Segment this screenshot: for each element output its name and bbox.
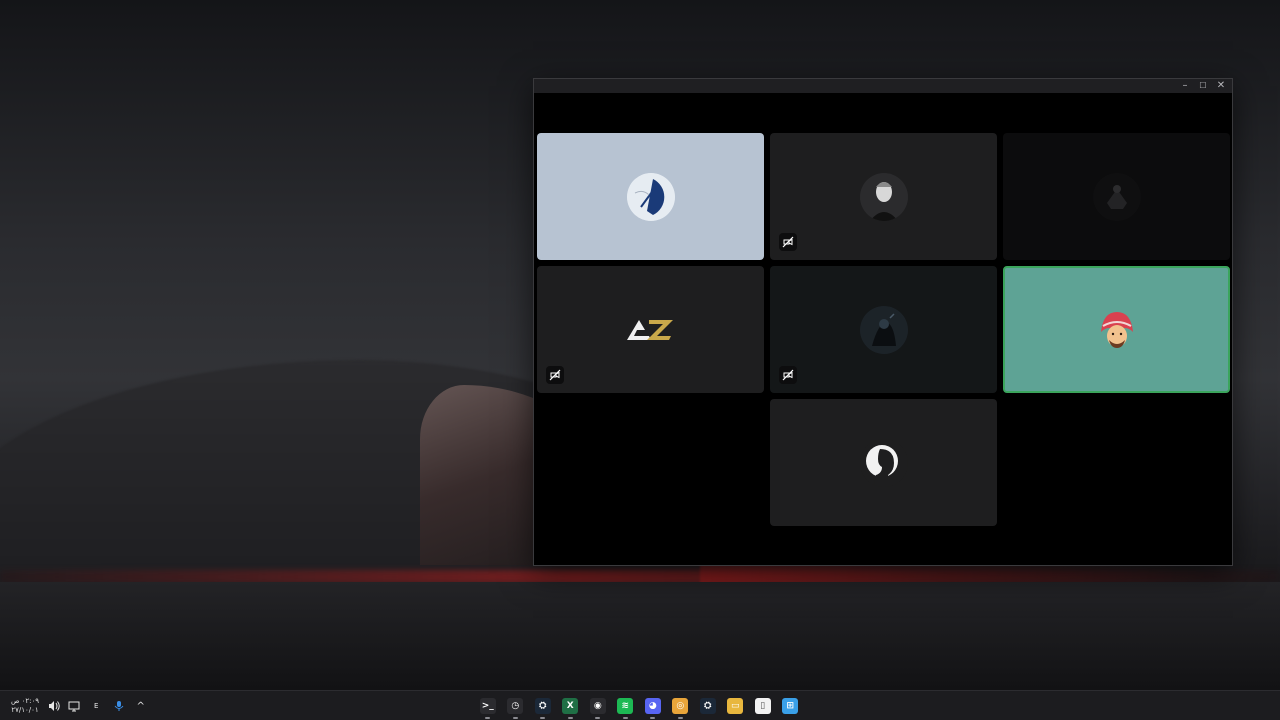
cartoon-man-icon bbox=[1101, 312, 1133, 348]
running-indicator bbox=[540, 717, 546, 719]
man-portrait-icon bbox=[860, 173, 908, 221]
cartoon-man-avatar bbox=[1093, 306, 1141, 354]
file-explorer-app-glyph: ▭ bbox=[727, 698, 744, 714]
night-figure-icon bbox=[860, 306, 908, 354]
az-logo-icon bbox=[627, 320, 673, 340]
running-indicator bbox=[677, 717, 683, 719]
chrome-app-glyph: ◎ bbox=[672, 698, 689, 714]
window-titlebar[interactable]: – ☐ ✕ bbox=[534, 79, 1232, 93]
running-indicator bbox=[622, 717, 628, 719]
participant-tile[interactable] bbox=[537, 266, 764, 393]
notepad-app-icon[interactable]: ▯ bbox=[749, 691, 777, 720]
dark-figure-icon bbox=[1093, 173, 1141, 221]
clock-time: ٠٢:٠٩ ص bbox=[10, 697, 40, 705]
clock-date: ٢٧/١٠/٠١ bbox=[11, 706, 39, 714]
window-controls: – ☐ ✕ bbox=[1176, 79, 1230, 93]
discord-app-glyph: ◕ bbox=[644, 698, 661, 714]
blue-crest-avatar bbox=[627, 173, 675, 221]
spotify-app-icon[interactable]: ≋ bbox=[612, 691, 640, 720]
camera-off-icon bbox=[779, 366, 797, 384]
participant-tile[interactable] bbox=[770, 399, 997, 526]
language-indicator[interactable]: E bbox=[94, 702, 98, 710]
taskbar-apps: >_ ◷ ⛭ X ◉ ≋ ◕ ◎ ⛭ ▭ ▯ ⊞ bbox=[474, 691, 804, 720]
obs-app-icon[interactable]: ◉ bbox=[584, 691, 612, 720]
excel-app-icon[interactable]: X bbox=[557, 691, 585, 720]
participant-tile-speaking[interactable] bbox=[1003, 266, 1230, 393]
night-figure-avatar bbox=[860, 306, 908, 354]
camera-off-icon bbox=[546, 366, 564, 384]
obs-app-glyph: ◉ bbox=[589, 698, 606, 714]
show-hidden-icons-chevron[interactable]: ^ bbox=[136, 701, 144, 712]
file-explorer-app-icon[interactable]: ▭ bbox=[722, 691, 750, 720]
microphone-icon[interactable] bbox=[114, 700, 124, 712]
clock-app-icon[interactable]: ◷ bbox=[502, 691, 530, 720]
network-icon[interactable] bbox=[68, 700, 80, 712]
excel-app-glyph: X bbox=[562, 698, 579, 714]
dark-figure-avatar bbox=[1093, 173, 1141, 221]
windows-start-icon[interactable]: ⊞ bbox=[777, 691, 805, 720]
steam-app-glyph: ⛭ bbox=[534, 698, 551, 714]
video-call-window: – ☐ ✕ bbox=[533, 78, 1233, 566]
running-indicator bbox=[485, 717, 491, 719]
spotify-app-glyph: ≋ bbox=[617, 698, 634, 714]
running-indicator bbox=[567, 717, 573, 719]
system-tray: ٠٢:٠٩ ص ٢٧/١٠/٠١ E ^ bbox=[8, 691, 145, 720]
notepad-app-glyph: ▯ bbox=[754, 698, 771, 714]
steam-app-icon[interactable]: ⛭ bbox=[529, 691, 557, 720]
taskbar-clock[interactable]: ٠٢:٠٩ ص ٢٧/١٠/٠١ bbox=[8, 697, 42, 715]
clock-app-glyph: ◷ bbox=[507, 698, 524, 714]
participant-tile[interactable] bbox=[537, 133, 764, 260]
running-indicator bbox=[650, 717, 656, 719]
maximize-button[interactable]: ☐ bbox=[1194, 79, 1212, 93]
camera-off-icon bbox=[779, 233, 797, 251]
volume-icon[interactable] bbox=[48, 700, 60, 712]
chrome-app-icon[interactable]: ◎ bbox=[667, 691, 695, 720]
az-logo-avatar bbox=[621, 306, 681, 354]
taskbar: ٠٢:٠٩ ص ٢٧/١٠/٠١ E ^ >_ ◷ ⛭ X ◉ ≋ ◕ ◎ ⛭ ▭ ▯ ⊞ bbox=[0, 690, 1280, 720]
terminal-glyph: >_ bbox=[479, 698, 496, 714]
blue-crest-icon bbox=[627, 173, 675, 221]
silhouette-avatar bbox=[860, 439, 908, 487]
steam-app-2-glyph: ⛭ bbox=[699, 698, 716, 714]
running-indicator bbox=[595, 717, 601, 719]
windows-start-glyph: ⊞ bbox=[782, 698, 799, 714]
participant-tile[interactable] bbox=[1003, 133, 1230, 260]
terminal-icon[interactable]: >_ bbox=[474, 691, 502, 720]
man-portrait-avatar bbox=[860, 173, 908, 221]
wallpaper-floor bbox=[0, 582, 1280, 690]
participant-tile[interactable] bbox=[770, 133, 997, 260]
running-indicator bbox=[512, 717, 518, 719]
discord-app-icon[interactable]: ◕ bbox=[639, 691, 667, 720]
participant-tile[interactable] bbox=[770, 266, 997, 393]
steam-app-2-icon[interactable]: ⛭ bbox=[694, 691, 722, 720]
silhouette-icon bbox=[866, 445, 898, 485]
minimize-button[interactable]: – bbox=[1176, 79, 1194, 93]
close-button[interactable]: ✕ bbox=[1212, 79, 1230, 93]
